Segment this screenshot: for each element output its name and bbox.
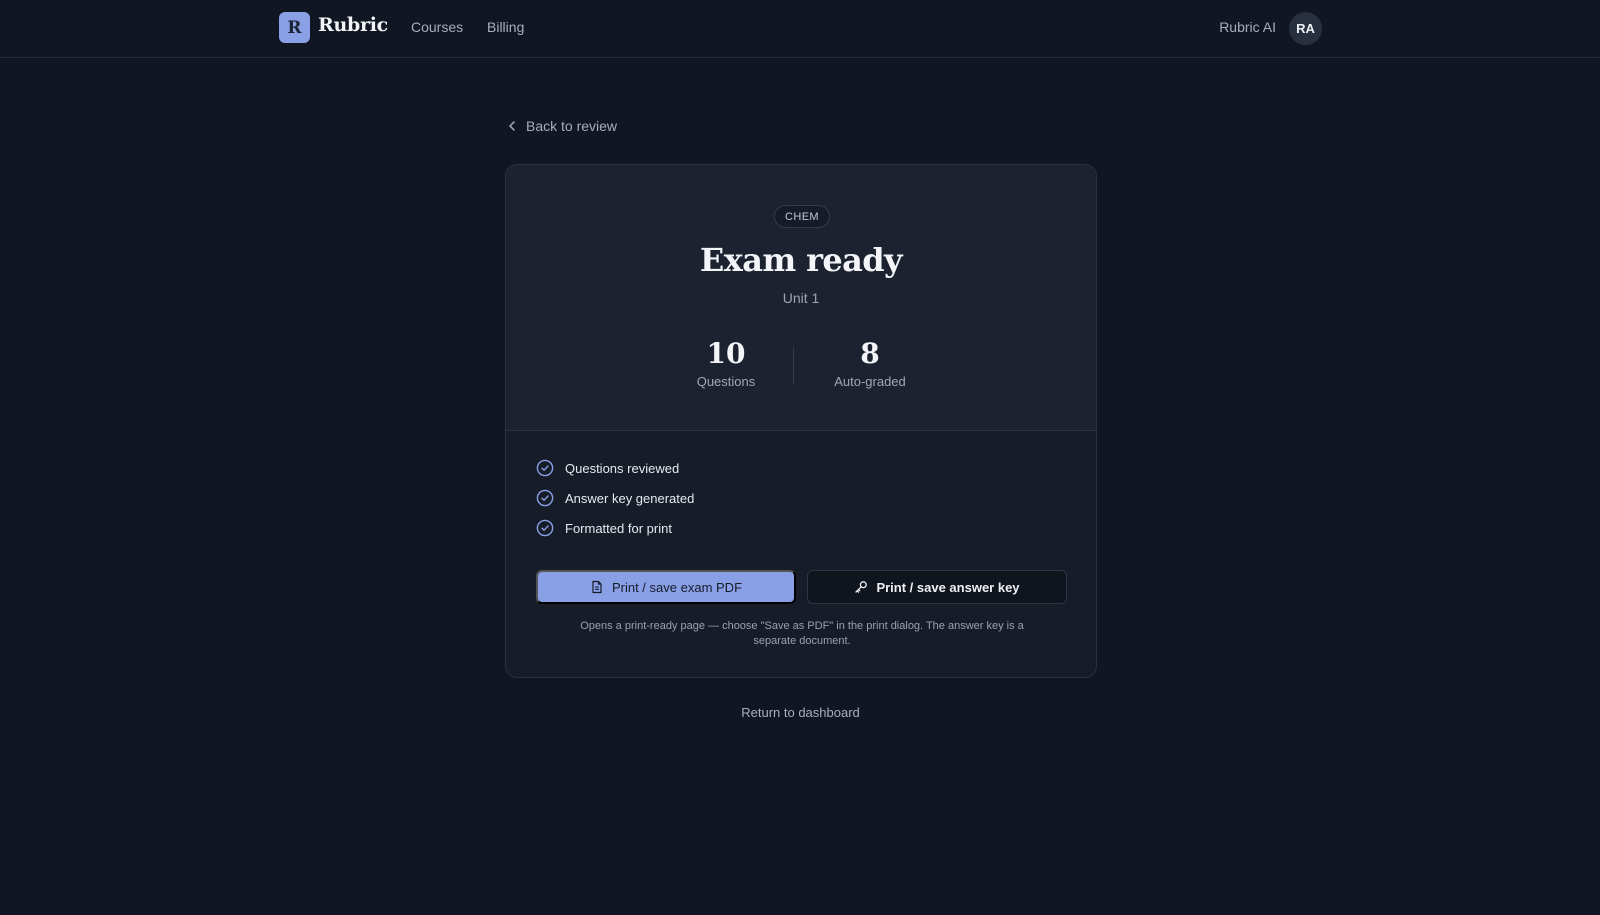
card-summary: CHEM Exam ready Unit 1 10 Questions 8 Au… bbox=[506, 165, 1096, 431]
brand-name[interactable]: Rubric bbox=[318, 14, 388, 36]
check-circle-icon bbox=[536, 519, 554, 537]
list-item: Answer key generated bbox=[536, 489, 694, 507]
list-item: Formatted for print bbox=[536, 519, 694, 537]
key-icon bbox=[855, 581, 868, 593]
nav-courses[interactable]: Courses bbox=[411, 19, 463, 35]
back-link-label: Back to review bbox=[526, 118, 618, 134]
unit-subtitle: Unit 1 bbox=[782, 290, 820, 306]
page-title: Exam ready bbox=[699, 241, 903, 279]
nav-billing[interactable]: Billing bbox=[487, 19, 524, 35]
top-navigation-bar: R Rubric Courses Billing Rubric AI RA bbox=[0, 0, 1600, 58]
exam-ready-card: CHEM Exam ready Unit 1 10 Questions 8 Au… bbox=[505, 164, 1097, 678]
stat-divider bbox=[793, 347, 794, 385]
stat-questions: 10 Questions bbox=[666, 337, 786, 390]
back-to-review-link[interactable]: Back to review bbox=[506, 118, 617, 134]
list-item: Questions reviewed bbox=[536, 459, 694, 477]
check-circle-icon bbox=[536, 459, 554, 477]
logo-mark[interactable]: R bbox=[279, 12, 310, 43]
stat-auto-graded: 8 Auto-graded bbox=[810, 337, 930, 390]
button-label: Print / save exam PDF bbox=[611, 579, 743, 595]
print-answer-key-button[interactable]: Print / save answer key bbox=[807, 570, 1067, 604]
avatar[interactable]: RA bbox=[1289, 12, 1322, 45]
document-icon bbox=[592, 580, 602, 594]
checklist-label: Formatted for print bbox=[565, 520, 672, 536]
checklist-label: Questions reviewed bbox=[565, 460, 680, 476]
stat-label: Questions bbox=[696, 374, 756, 389]
print-exam-pdf-button[interactable]: Print / save exam PDF bbox=[536, 570, 796, 604]
button-label: Print / save answer key bbox=[876, 579, 1020, 595]
course-badge: CHEM bbox=[774, 205, 830, 228]
print-hint: Opens a print-ready page — choose "Save … bbox=[580, 620, 1024, 647]
return-to-dashboard-link[interactable]: Return to dashboard bbox=[0, 705, 1600, 720]
checklist: Questions reviewed Answer key generated … bbox=[536, 459, 694, 549]
check-circle-icon bbox=[536, 489, 554, 507]
stat-value: 10 bbox=[706, 337, 746, 370]
stat-label: Auto-graded bbox=[834, 374, 906, 389]
checklist-label: Answer key generated bbox=[565, 490, 695, 506]
user-name: Rubric AI bbox=[1219, 19, 1276, 35]
chevron-left-icon bbox=[509, 121, 515, 131]
stat-value: 8 bbox=[860, 337, 880, 370]
